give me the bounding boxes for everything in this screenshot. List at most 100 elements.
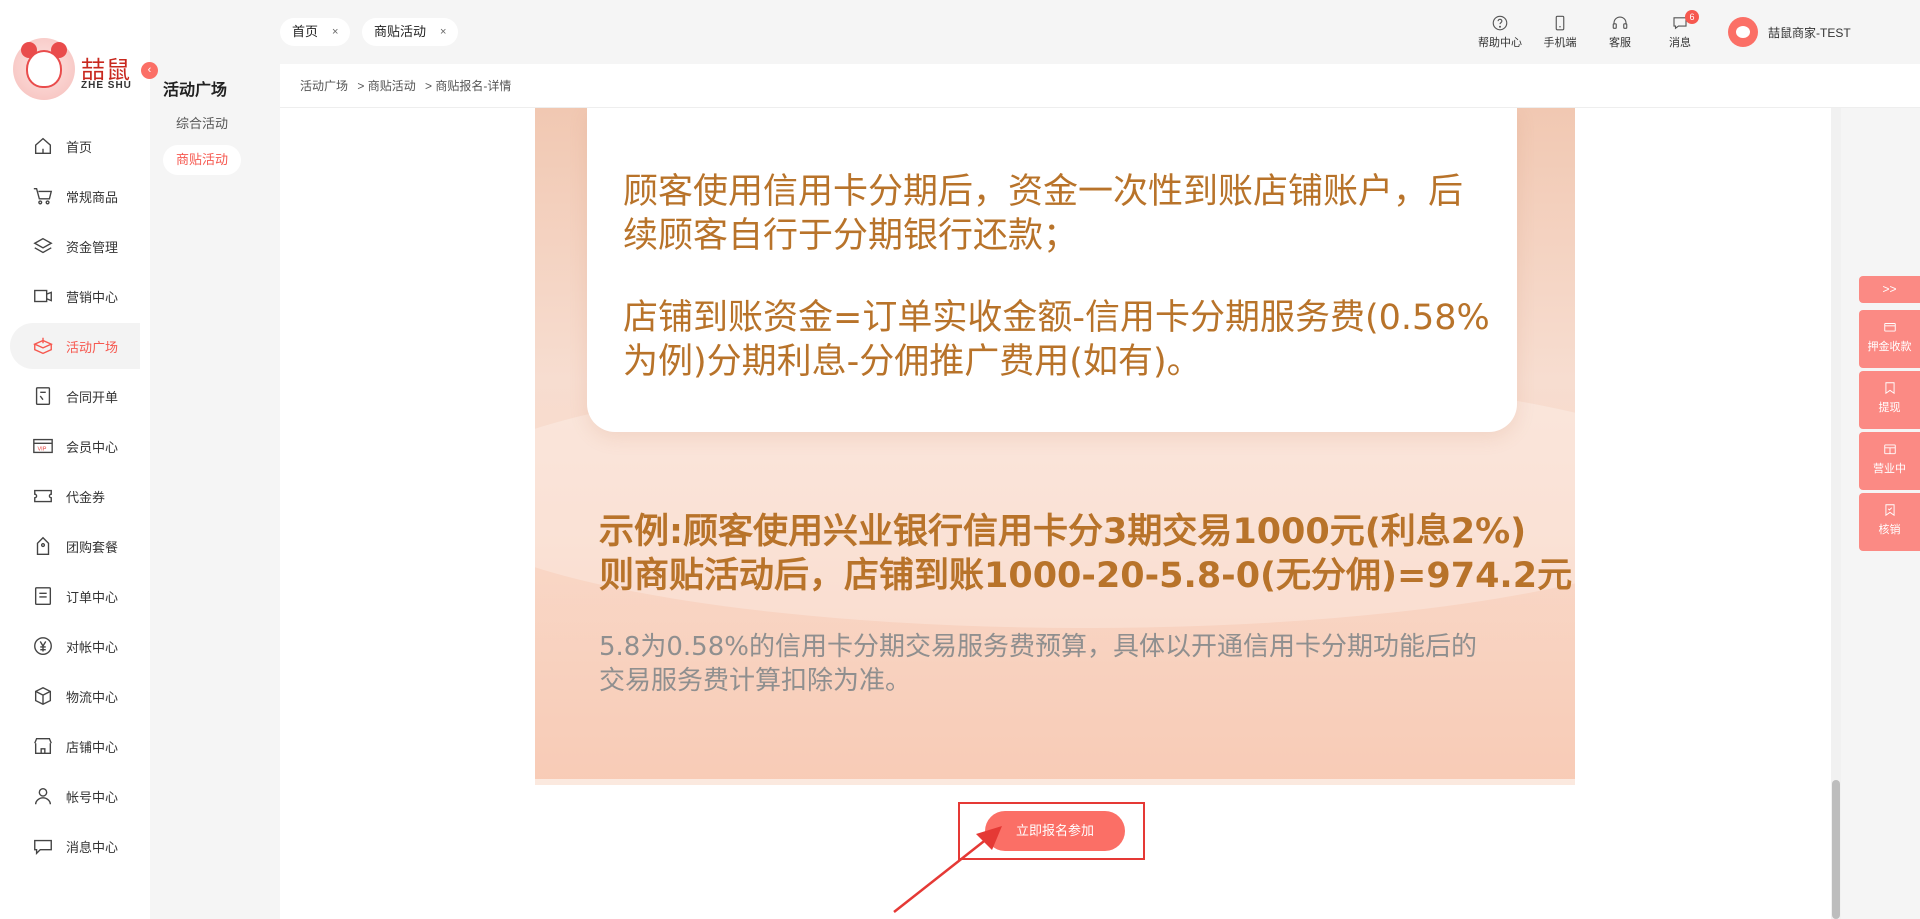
breadcrumb-item: > 商贴报名-详情 [425,79,512,93]
withdraw-button[interactable]: 提现 [1859,371,1920,429]
right-tool-label: 提现 [1878,402,1901,414]
right-tool-label: 核销 [1878,524,1901,536]
sidebar-item-messages[interactable]: 消息中心 [10,823,140,869]
help-center-button[interactable]: 帮助中心 [1472,14,1528,50]
sidebar-item-activity[interactable]: 活动广场 [10,323,140,369]
poster-info-card: 顾客使用信用卡分期后，资金一次性到账店铺账户，后续顾客自行于分期银行还款； 店铺… [587,108,1517,432]
wallet-icon [1883,323,1896,332]
sidebar-item-label: 物流中心 [66,689,119,705]
sidebar-item-label: 对帐中心 [66,639,119,655]
breadcrumb: 活动广场 > 商贴活动 > 商贴报名-详情 [280,64,1920,108]
collapse-sidebar-button[interactable]: ‹ [141,62,158,79]
verify-button[interactable]: 核销 [1859,493,1920,551]
vertical-scrollbar[interactable] [1831,108,1841,919]
sidebar-item-label: 订单中心 [66,589,119,605]
tab-label: 首页 [292,24,319,39]
svg-text:VIP: VIP [38,447,47,453]
sidebar-item-orders[interactable]: 订单中心 [10,573,140,619]
breadcrumb-item[interactable]: > 商贴活动 [357,79,415,93]
tab-merchant-subsidy[interactable]: 商贴活动 × [362,18,459,46]
sidebar-item-label: 帐号中心 [66,789,119,805]
close-icon[interactable]: × [332,18,338,46]
right-tool-label: 押金收款 [1867,341,1912,353]
card-paragraph-2: 店铺到账资金=订单实收金额-信用卡分期服务费(0.58%为例)分期利息-分佣推广… [623,298,1490,382]
customer-service-button[interactable]: 客服 [1592,14,1648,50]
sidebar: 喆鼠 ZHE SHU 首页 常规商品 资金管理 营销中心 活动广场 合同开单 V… [0,0,150,919]
sidebar-item-account[interactable]: 帐号中心 [10,773,140,819]
brand-logo[interactable]: 喆鼠 ZHE SHU [13,38,133,102]
sidebar-item-group-buy[interactable]: 团购套餐 [10,523,140,569]
mobile-label: 手机端 [1543,37,1577,49]
messages-button[interactable]: 6 消息 [1652,10,1708,50]
vip-card-icon: VIP [32,435,54,457]
shop-open-icon [1883,444,1896,455]
message-count-badge: 6 [1685,10,1699,24]
submenu: 活动广场 综合活动 商贴活动 [150,0,250,919]
sidebar-item-label: 代金券 [66,489,106,505]
help-label: 帮助中心 [1478,37,1522,49]
right-tool-label: 营业中 [1873,463,1906,475]
help-icon [1492,15,1508,31]
card-paragraph-1: 顾客使用信用卡分期后，资金一次性到账店铺账户，后续顾客自行于分期银行还款； [623,172,1464,256]
yen-icon [32,635,54,657]
cart-icon [32,185,54,207]
sidebar-item-logistics[interactable]: 物流中心 [10,673,140,719]
mobile-button[interactable]: 手机端 [1532,14,1588,50]
close-icon[interactable]: × [440,18,446,46]
withdraw-icon [1884,382,1895,395]
user-name: 喆鼠商家-TEST [1768,25,1851,40]
order-icon [32,585,54,607]
sidebar-item-coupon[interactable]: 代金券 [10,473,140,519]
contract-icon [32,385,54,407]
messages-label: 消息 [1669,37,1691,49]
sidebar-item-label: 营销中心 [66,289,119,305]
example-line-1: 示例:顾客使用兴业银行信用卡分3期交易1000元(利息2%) [599,512,1527,552]
sidebar-item-marketing[interactable]: 营销中心 [10,273,140,319]
sidebar-item-reconciliation[interactable]: 对帐中心 [10,623,140,669]
logo-mascot-icon [13,38,75,100]
sidebar-item-label: 会员中心 [66,439,119,455]
sidebar-item-label: 常规商品 [66,189,119,205]
activity-poster: 顾客使用信用卡分期后，资金一次性到账店铺账户，后续顾客自行于分期银行还款； 店铺… [535,108,1575,785]
business-status-button[interactable]: 营业中 [1859,432,1920,490]
user-menu[interactable]: 喆鼠商家-TEST [1728,16,1851,48]
sidebar-item-home[interactable]: 首页 [10,123,140,169]
avatar [1728,17,1758,47]
tab-home[interactable]: 首页 × [280,18,351,46]
main-content: 顾客使用信用卡分期后，资金一次性到账店铺账户，后续顾客自行于分期银行还款； 店铺… [280,108,1840,919]
submenu-item-general[interactable]: 综合活动 [163,109,241,139]
marketing-icon [32,285,54,307]
message-icon [32,835,54,857]
tab-label: 商贴活动 [374,24,427,39]
home-icon [32,135,54,157]
sidebar-item-label: 首页 [66,139,93,155]
package-icon [32,685,54,707]
example-line-2: 则商贴活动后，店铺到账1000-20-5.8-0(无分佣)=974.2元 [599,556,1573,596]
verify-icon [1884,504,1895,517]
activity-box-icon [32,335,54,357]
breadcrumb-item[interactable]: 活动广场 [300,79,348,93]
submenu-item-merchant-subsidy[interactable]: 商贴活动 [163,145,241,175]
coupon-icon [32,485,54,507]
submenu-title: 活动广场 [163,82,228,99]
sidebar-item-label: 店铺中心 [66,739,119,755]
right-panel-toggle[interactable]: >> [1859,276,1920,303]
sidebar-item-funds[interactable]: 资金管理 [10,223,140,269]
sidebar-item-products[interactable]: 常规商品 [10,173,140,219]
scrollbar-thumb[interactable] [1832,780,1840,919]
fee-note: 5.8为0.58%的信用卡分期交易服务费预算，具体以开通信用卡分期功能后的交易服… [599,632,1477,696]
brand-name-en: ZHE SHU [81,80,132,91]
sidebar-item-label: 团购套餐 [66,539,119,555]
deposit-collection-button[interactable]: 押金收款 [1859,310,1920,368]
sidebar-item-label: 合同开单 [66,389,119,405]
headset-icon [1612,16,1628,29]
sidebar-item-contract[interactable]: 合同开单 [10,373,140,419]
sidebar-item-store[interactable]: 店铺中心 [10,723,140,769]
sidebar-item-label: 资金管理 [66,239,119,255]
sidebar-item-member[interactable]: VIP 会员中心 [10,423,140,469]
pointer-arrow-icon [893,826,1002,913]
group-buy-icon [32,535,54,557]
layers-icon [32,235,54,257]
user-icon [32,785,54,807]
service-label: 客服 [1609,37,1631,49]
